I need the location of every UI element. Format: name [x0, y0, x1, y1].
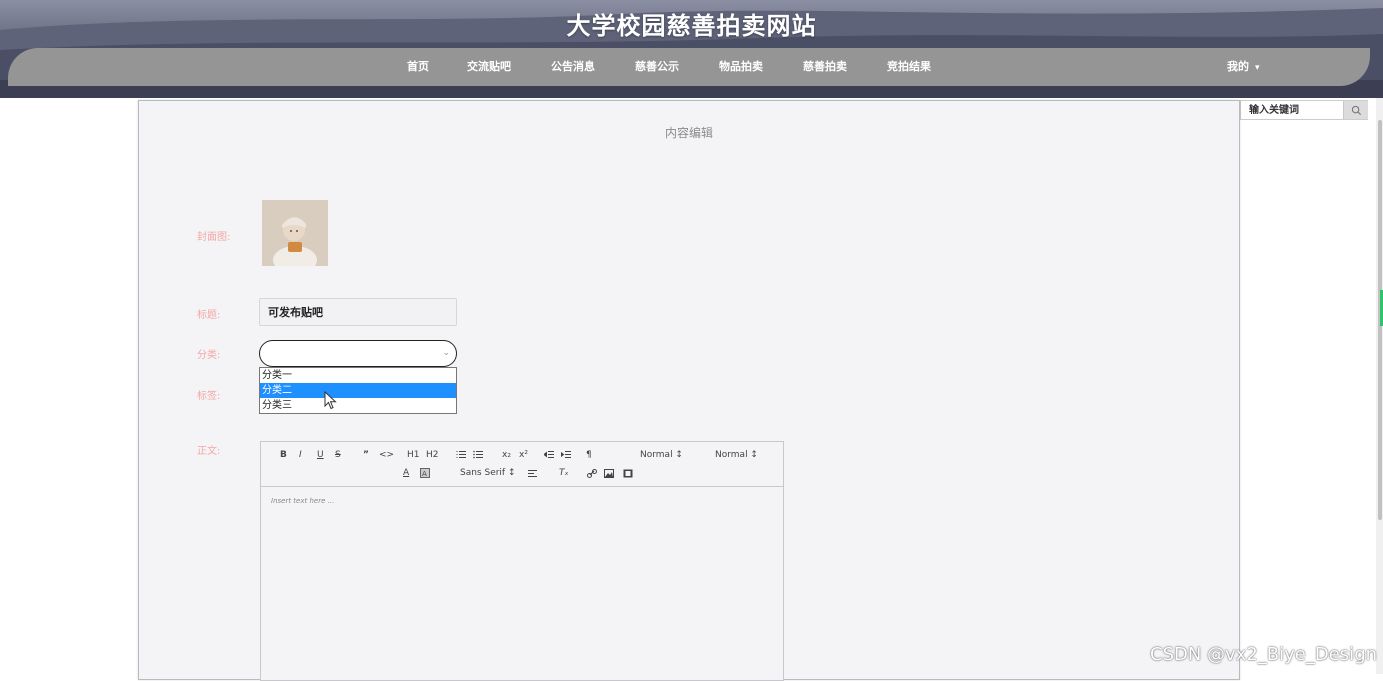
search-box: [1240, 100, 1368, 120]
subscript-button[interactable]: x₂: [502, 450, 511, 460]
bullet-list-icon[interactable]: [473, 450, 483, 459]
category-select[interactable]: ⌄: [259, 340, 457, 367]
user-menu[interactable]: 我的 ▾: [1227, 48, 1260, 86]
mouse-cursor-icon: [324, 391, 337, 410]
bold-button[interactable]: B: [280, 450, 287, 460]
header-select[interactable]: Normal ↕: [640, 450, 683, 460]
main-nav: 首页 交流贴吧 公告消息 慈善公示 物品拍卖 慈善拍卖 竞拍结果 我的 ▾: [8, 48, 1370, 86]
ordered-list-icon[interactable]: [456, 450, 466, 459]
svg-text:A: A: [422, 470, 427, 478]
image-icon[interactable]: [604, 469, 614, 478]
editor-toolbar: B I U S ” <> H1 H2 x₂ x² ¶ Normal ↕ Norm…: [261, 442, 783, 487]
indent-icon[interactable]: [561, 450, 571, 459]
site-title: 大学校园慈善拍卖网站: [566, 12, 817, 40]
cover-image[interactable]: [262, 200, 328, 266]
strike-button[interactable]: S: [335, 450, 341, 460]
search-icon: [1351, 105, 1361, 115]
nav-item-announcements[interactable]: 公告消息: [551, 48, 595, 86]
site-header: 大学校园慈善拍卖网站 首页 交流贴吧 公告消息 慈善公示 物品拍卖 慈善拍卖 竞…: [0, 0, 1383, 98]
font-color-icon[interactable]: A: [403, 468, 409, 478]
nav-item-home[interactable]: 首页: [407, 48, 429, 86]
category-option-2[interactable]: 分类二: [260, 383, 456, 398]
italic-button[interactable]: I: [299, 450, 302, 460]
tags-label: 标签:: [197, 391, 221, 402]
background-color-icon[interactable]: A: [420, 468, 430, 478]
chevron-down-icon: ▾: [1255, 63, 1260, 73]
cover-image-picture: [262, 200, 328, 266]
chevron-down-icon: ⌄: [442, 348, 450, 358]
category-option-3[interactable]: 分类三: [260, 398, 456, 413]
title-label: 标题:: [197, 310, 221, 321]
video-icon[interactable]: [623, 469, 633, 478]
clear-format-icon[interactable]: Tₓ: [559, 468, 569, 478]
underline-button[interactable]: U: [317, 450, 324, 460]
category-dropdown: 分类一 分类二 分类三: [259, 367, 457, 414]
heading1-button[interactable]: H1: [407, 450, 420, 460]
nav-item-charity-auction[interactable]: 慈善拍卖: [803, 48, 847, 86]
heading2-button[interactable]: H2: [426, 450, 439, 460]
page-title: 内容编辑: [664, 126, 713, 140]
code-block-button[interactable]: <>: [379, 450, 394, 460]
font-select[interactable]: Sans Serif ↕: [460, 468, 516, 478]
nav-item-forum[interactable]: 交流贴吧: [467, 48, 511, 86]
body-label: 正文:: [197, 446, 221, 457]
watermark: CSDN @vx2_Biye_Design: [1150, 644, 1378, 665]
category-label: 分类:: [197, 350, 221, 361]
blockquote-button[interactable]: ”: [363, 450, 369, 460]
nav-item-auction-results[interactable]: 竞拍结果: [887, 48, 931, 86]
rich-text-editor: B I U S ” <> H1 H2 x₂ x² ¶ Normal ↕ Norm…: [260, 441, 784, 681]
align-icon[interactable]: [528, 469, 538, 478]
user-menu-label: 我的: [1227, 60, 1249, 73]
link-icon[interactable]: [587, 469, 597, 478]
cover-label: 封面图:: [197, 232, 231, 243]
editor-content-area[interactable]: Insert text here ...: [261, 488, 783, 680]
text-direction-button[interactable]: ¶: [586, 450, 592, 460]
nav-item-charity-notice[interactable]: 慈善公示: [635, 48, 679, 86]
content-edit-panel: 内容编辑 封面图: 标题: 分类: ⌄ 分类一 分类二 分类三 标签: 正文: …: [138, 100, 1240, 681]
search-button[interactable]: [1343, 101, 1368, 119]
nav-item-item-auction[interactable]: 物品拍卖: [719, 48, 763, 86]
search-input[interactable]: [1241, 101, 1343, 119]
size-select[interactable]: Normal ↕: [715, 450, 758, 460]
title-field[interactable]: [259, 298, 457, 326]
outdent-icon[interactable]: [544, 450, 554, 459]
category-option-1[interactable]: 分类一: [260, 368, 456, 383]
superscript-button[interactable]: x²: [519, 450, 528, 460]
